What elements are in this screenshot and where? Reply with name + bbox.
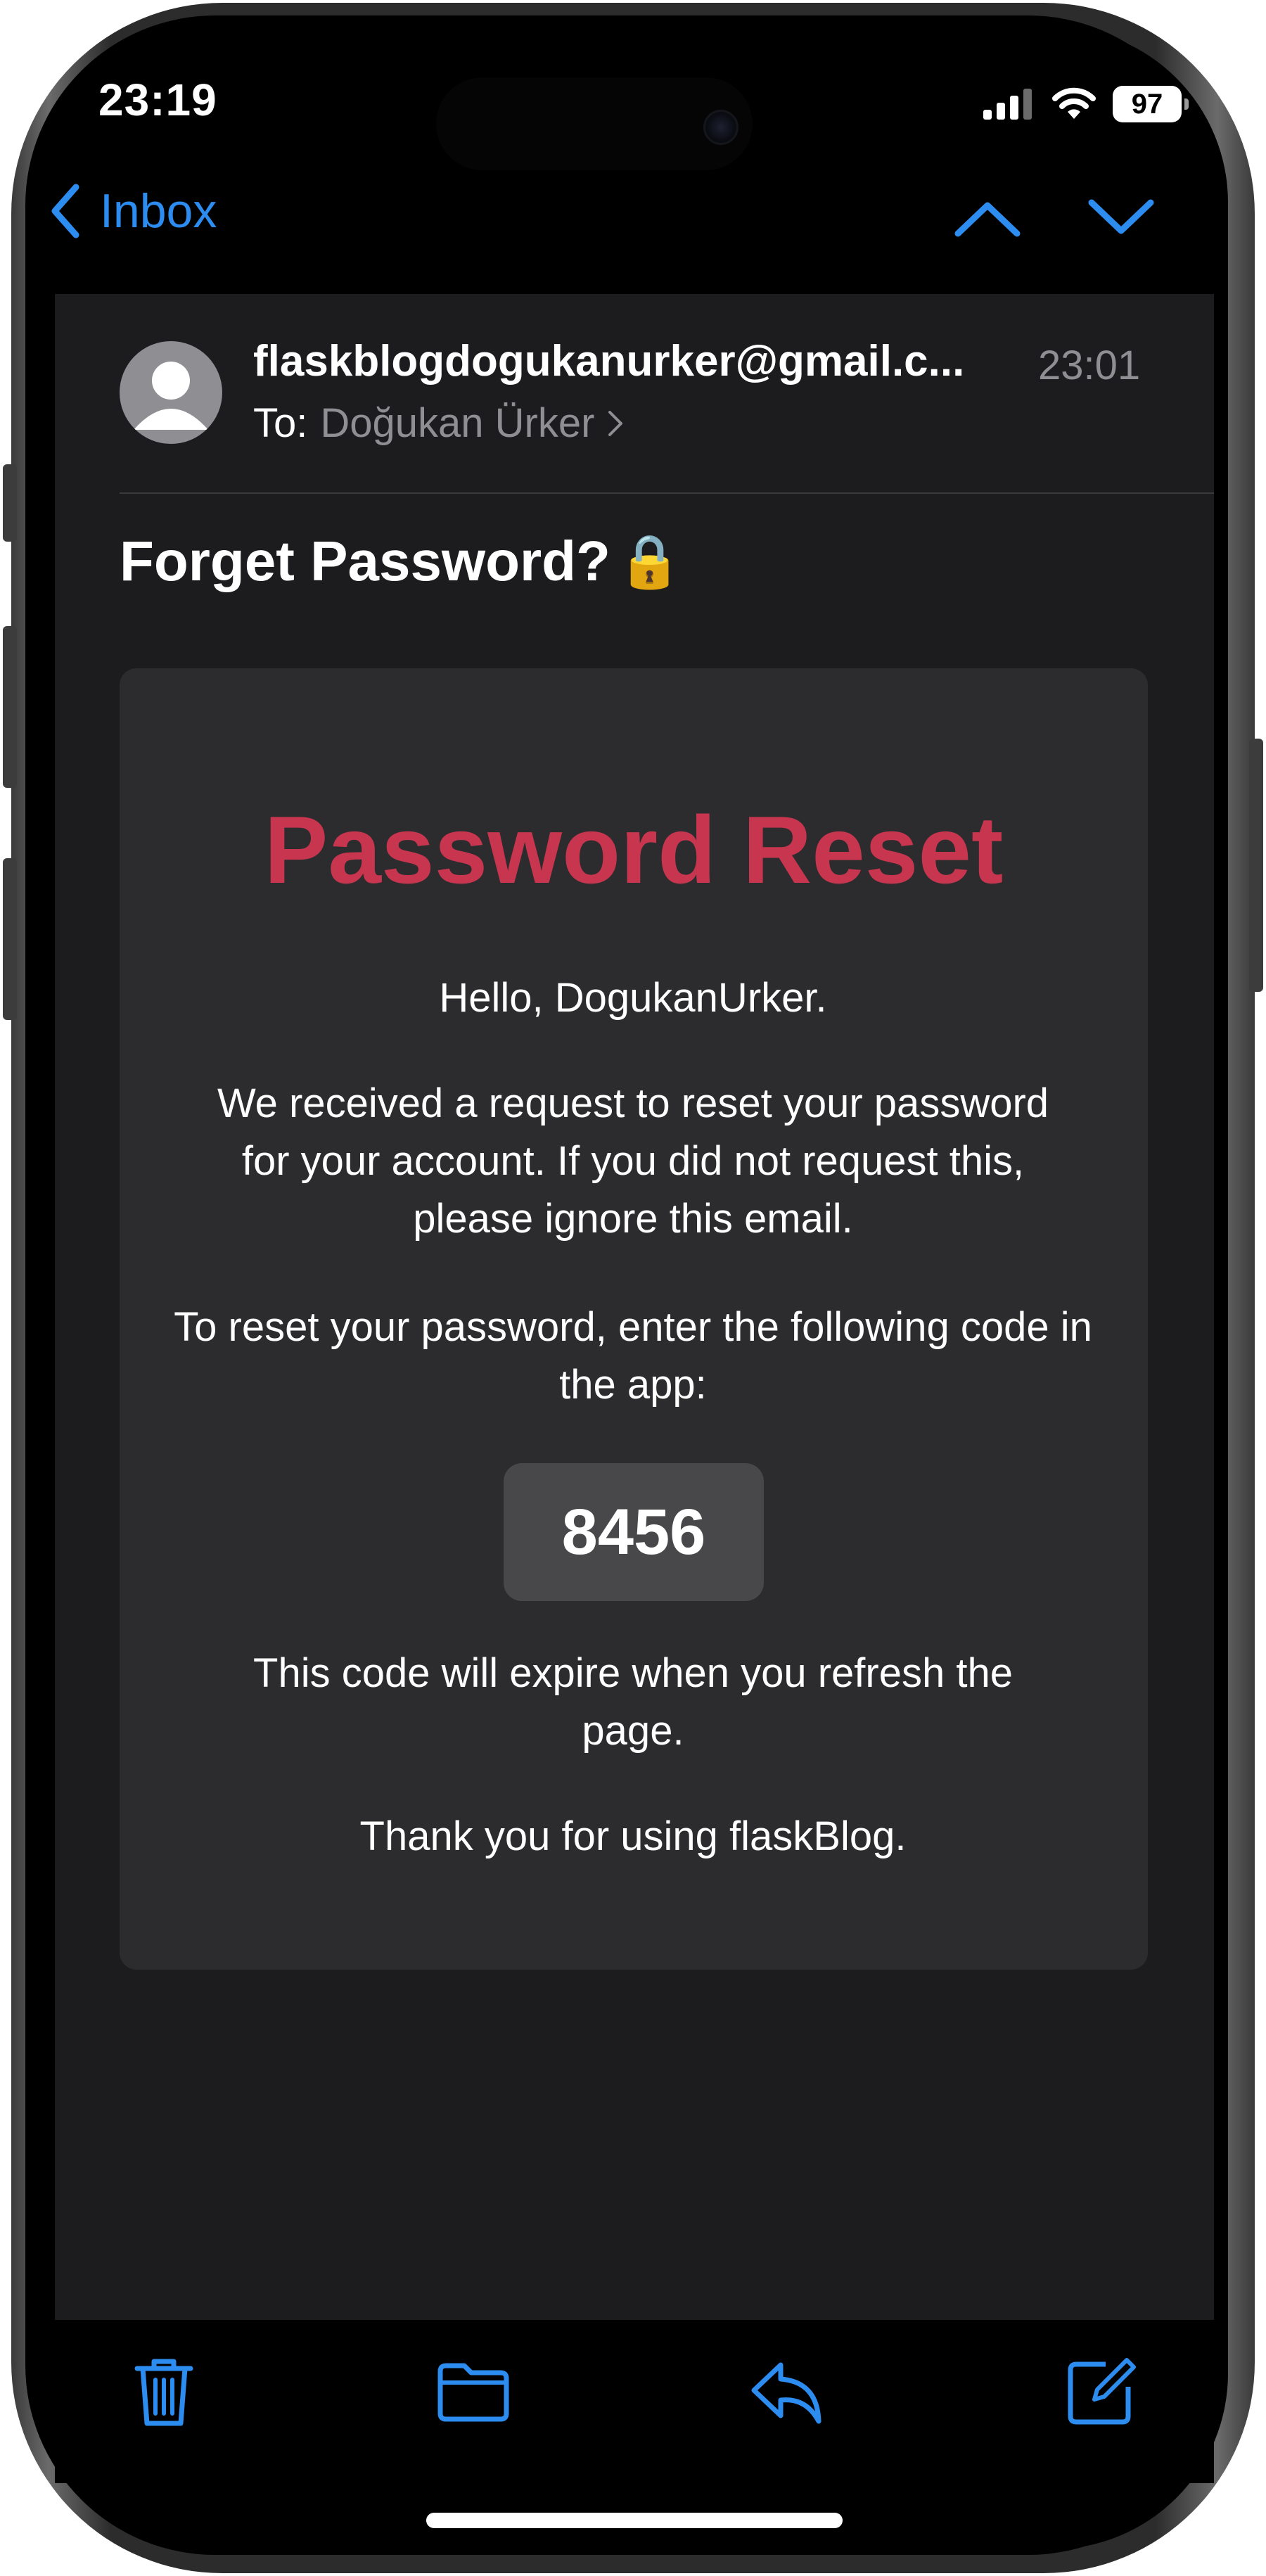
cellular-signal-icon [983, 89, 1032, 120]
battery-icon: 97 [1113, 86, 1189, 122]
received-time: 23:01 [1038, 343, 1141, 388]
email-title: Password Reset [264, 796, 1004, 903]
power-button [1249, 739, 1263, 992]
home-indicator[interactable] [426, 2513, 843, 2528]
subject-line: Forget Password? 🔒 [120, 529, 682, 594]
instructions-paragraph: To reset your password, enter the follow… [174, 1304, 1092, 1408]
folder-icon [437, 2363, 509, 2422]
wifi-icon [1052, 87, 1096, 119]
status-time: 23:19 [98, 75, 217, 125]
sender-address[interactable]: flaskblogdogukanurker@gmail.c... [253, 336, 964, 386]
volume-down-button [3, 858, 17, 1020]
trash-icon [134, 2359, 193, 2426]
header-divider [120, 492, 1214, 494]
reset-code: 8456 [504, 1463, 764, 1601]
to-label: To: [253, 400, 308, 446]
compose-icon [1068, 2358, 1136, 2425]
action-button [3, 464, 17, 542]
next-message-button[interactable] [1079, 190, 1163, 246]
recipient-line: To: Doğukan Ürker [253, 400, 624, 447]
back-label: Inbox [100, 184, 217, 238]
status-icons: 97 [982, 83, 1189, 125]
bottom-toolbar [55, 2321, 1214, 2483]
recipient-name[interactable]: Doğukan Ürker [320, 400, 594, 447]
lock-icon: 🔒 [617, 531, 683, 590]
volume-up-button [3, 626, 17, 788]
move-to-folder-button[interactable] [428, 2349, 519, 2434]
previous-message-button[interactable] [945, 190, 1030, 246]
greeting-text: Hello, DogukanUrker. [439, 975, 827, 1021]
expiry-paragraph: This code will expire when you refresh t… [253, 1650, 1013, 1754]
person-icon [134, 362, 208, 430]
reply-icon [751, 2362, 821, 2424]
front-camera [703, 110, 738, 145]
avatar[interactable] [120, 341, 222, 444]
back-to-inbox-button[interactable]: Inbox [49, 176, 217, 246]
subject-text: Forget Password? [120, 530, 610, 592]
delete-button[interactable] [118, 2349, 210, 2434]
request-paragraph: We received a request to reset your pass… [217, 1080, 1049, 1242]
chevron-left-icon [51, 184, 79, 238]
reply-button[interactable] [741, 2349, 833, 2434]
chevron-right-icon [608, 410, 623, 436]
chevron-up-icon [954, 202, 1021, 237]
chevron-down-icon [1088, 199, 1154, 234]
closing-text: Thank you for using flaskBlog. [359, 1813, 907, 1859]
compose-button[interactable] [1055, 2349, 1146, 2434]
